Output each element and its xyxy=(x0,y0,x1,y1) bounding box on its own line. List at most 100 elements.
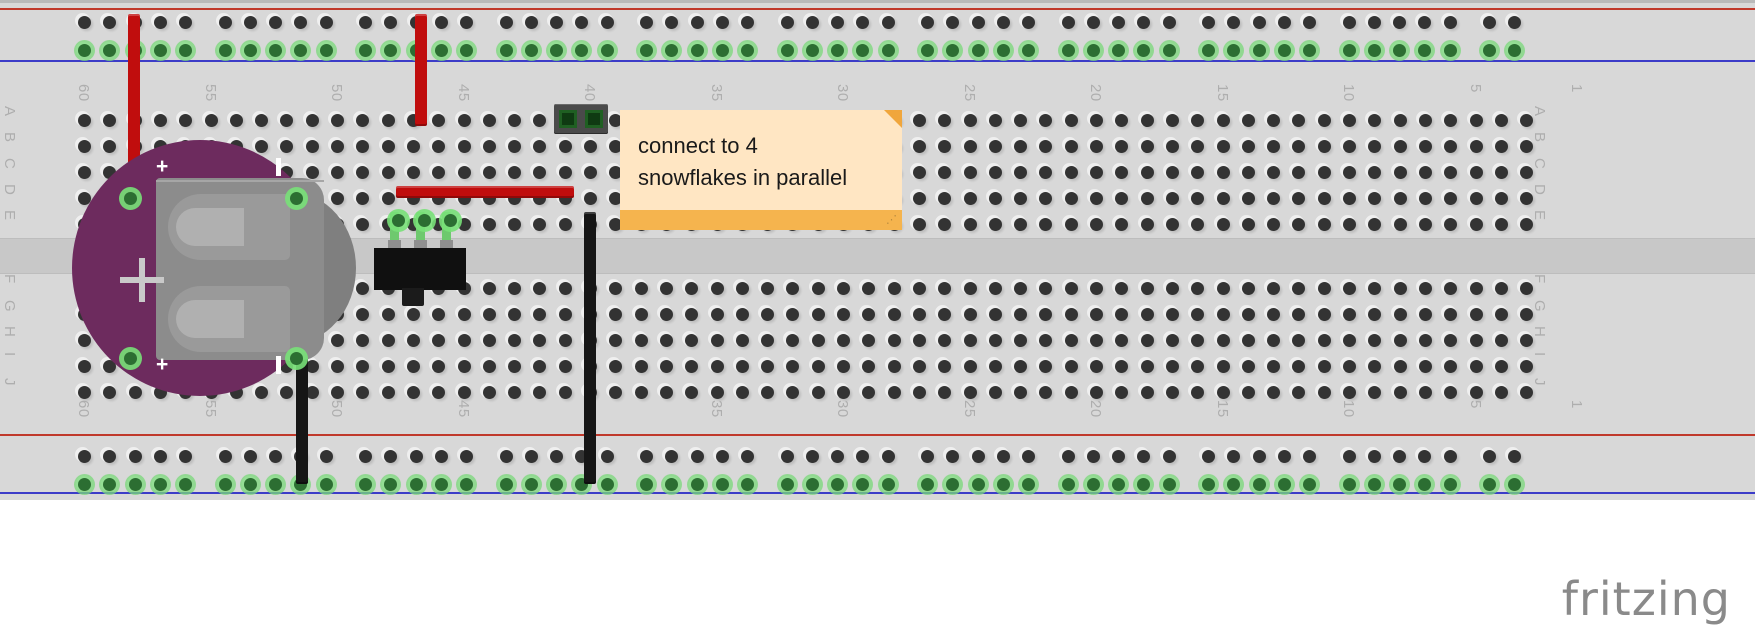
switch-hole-1[interactable] xyxy=(392,214,405,227)
grid-hole[interactable] xyxy=(1115,114,1129,127)
grid-hole[interactable] xyxy=(710,308,724,321)
grid-hole[interactable] xyxy=(457,140,471,153)
grid-hole[interactable] xyxy=(1140,360,1154,373)
grid-hole[interactable] xyxy=(1317,192,1331,205)
rail-hole-bottom-positive[interactable] xyxy=(1277,450,1291,463)
rail-hole-top-negative[interactable] xyxy=(1303,16,1317,29)
grid-hole[interactable] xyxy=(685,360,699,373)
grid-hole[interactable] xyxy=(609,360,623,373)
rail-hole-bottom-negative[interactable] xyxy=(881,478,895,491)
rail-hole-top-negative[interactable] xyxy=(218,16,232,29)
grid-hole[interactable] xyxy=(1469,282,1483,295)
rail-hole-top-negative[interactable] xyxy=(434,16,448,29)
grid-hole[interactable] xyxy=(811,386,825,399)
grid-hole[interactable] xyxy=(1191,282,1205,295)
grid-hole[interactable] xyxy=(1216,218,1230,231)
grid-hole[interactable] xyxy=(1444,218,1458,231)
grid-hole[interactable] xyxy=(1368,140,1382,153)
rail-hole-bottom-positive[interactable] xyxy=(1162,450,1176,463)
rail-hole-bottom-positive[interactable] xyxy=(715,450,729,463)
grid-hole[interactable] xyxy=(1418,282,1432,295)
grid-hole[interactable] xyxy=(710,360,724,373)
grid-hole[interactable] xyxy=(1343,166,1356,179)
grid-hole[interactable] xyxy=(1444,166,1458,179)
grid-hole[interactable] xyxy=(1368,334,1382,347)
rail-hole-bottom-negative[interactable] xyxy=(179,478,193,491)
grid-hole[interactable] xyxy=(1520,386,1534,399)
rail-hole-bottom-negative[interactable] xyxy=(1277,478,1291,491)
grid-hole[interactable] xyxy=(837,334,850,347)
grid-hole[interactable] xyxy=(1191,218,1205,231)
rail-hole-top-negative[interactable] xyxy=(1112,16,1126,29)
grid-hole[interactable] xyxy=(1216,308,1230,321)
battery-pad-minus-top[interactable] xyxy=(290,192,303,205)
grid-hole[interactable] xyxy=(1216,192,1230,205)
rail-hole-bottom-negative[interactable] xyxy=(1086,478,1100,491)
grid-hole[interactable] xyxy=(634,386,648,399)
grid-hole[interactable] xyxy=(1343,282,1356,295)
grid-hole[interactable] xyxy=(634,308,648,321)
rail-hole-bottom-negative[interactable] xyxy=(1227,478,1241,491)
grid-hole[interactable] xyxy=(912,360,926,373)
grid-hole[interactable] xyxy=(1140,166,1154,179)
grid-hole[interactable] xyxy=(988,114,1002,127)
grid-hole[interactable] xyxy=(1039,360,1053,373)
switch-hole-3[interactable] xyxy=(444,214,457,227)
grid-hole[interactable] xyxy=(1444,386,1458,399)
rail-hole-bottom-positive[interactable] xyxy=(690,450,704,463)
grid-hole[interactable] xyxy=(1014,140,1028,153)
rail-hole-bottom-negative[interactable] xyxy=(1061,478,1075,491)
grid-hole[interactable] xyxy=(1444,282,1458,295)
grid-hole[interactable] xyxy=(432,114,446,127)
grid-hole[interactable] xyxy=(1241,114,1255,127)
rail-hole-bottom-negative[interactable] xyxy=(319,478,333,491)
grid-hole[interactable] xyxy=(381,334,395,347)
grid-hole[interactable] xyxy=(1418,334,1432,347)
grid-hole[interactable] xyxy=(482,386,496,399)
rail-hole-top-positive[interactable] xyxy=(319,44,333,57)
grid-hole[interactable] xyxy=(1090,192,1103,205)
grid-hole[interactable] xyxy=(837,308,850,321)
rail-hole-top-positive[interactable] xyxy=(741,44,755,57)
grid-hole[interactable] xyxy=(1469,334,1483,347)
rail-hole-top-negative[interactable] xyxy=(1418,16,1432,29)
grid-hole[interactable] xyxy=(457,334,471,347)
grid-hole[interactable] xyxy=(837,386,850,399)
rail-hole-bottom-negative[interactable] xyxy=(103,478,117,491)
grid-hole[interactable] xyxy=(912,308,926,321)
rail-hole-bottom-positive[interactable] xyxy=(780,450,794,463)
grid-hole[interactable] xyxy=(533,218,547,231)
rail-hole-top-positive[interactable] xyxy=(153,44,167,57)
grid-hole[interactable] xyxy=(331,192,344,205)
grid-hole[interactable] xyxy=(1494,386,1508,399)
rail-hole-top-negative[interactable] xyxy=(1367,16,1381,29)
grid-hole[interactable] xyxy=(1292,308,1306,321)
rail-hole-top-positive[interactable] xyxy=(831,44,845,57)
grid-hole[interactable] xyxy=(1115,192,1129,205)
rail-hole-bottom-positive[interactable] xyxy=(103,450,117,463)
grid-hole[interactable] xyxy=(938,308,952,321)
grid-hole[interactable] xyxy=(786,334,800,347)
grid-hole[interactable] xyxy=(533,360,547,373)
grid-hole[interactable] xyxy=(381,386,395,399)
grid-hole[interactable] xyxy=(558,218,572,231)
rail-hole-bottom-positive[interactable] xyxy=(1508,450,1522,463)
grid-hole[interactable] xyxy=(912,334,926,347)
grid-hole[interactable] xyxy=(837,360,850,373)
rail-hole-top-positive[interactable] xyxy=(294,44,308,57)
grid-hole[interactable] xyxy=(558,308,572,321)
grid-hole[interactable] xyxy=(685,386,699,399)
rail-hole-bottom-negative[interactable] xyxy=(550,478,564,491)
wire-header-ground-to-bottom-rail[interactable] xyxy=(584,212,596,484)
grid-hole[interactable] xyxy=(988,218,1002,231)
grid-hole[interactable] xyxy=(1393,386,1407,399)
grid-hole[interactable] xyxy=(103,114,117,127)
rail-hole-top-negative[interactable] xyxy=(1508,16,1522,29)
rail-hole-bottom-positive[interactable] xyxy=(218,450,232,463)
grid-hole[interactable] xyxy=(482,140,496,153)
rail-hole-top-positive[interactable] xyxy=(460,44,474,57)
grid-hole[interactable] xyxy=(1241,192,1255,205)
grid-hole[interactable] xyxy=(1469,192,1483,205)
grid-hole[interactable] xyxy=(482,308,496,321)
rail-hole-bottom-negative[interactable] xyxy=(741,478,755,491)
